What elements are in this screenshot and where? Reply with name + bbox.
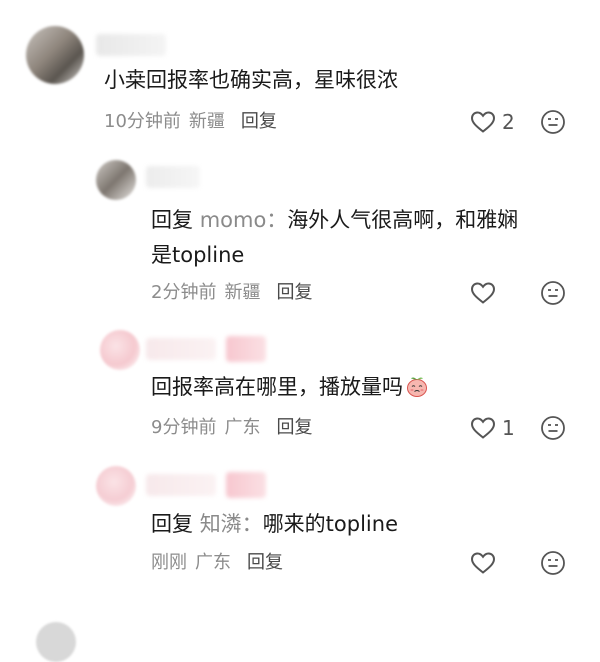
comment-location: 新疆: [188, 111, 225, 132]
comment-time: 9分钟前: [151, 417, 217, 438]
heart-outline-icon: [470, 282, 496, 304]
like-count: 1: [502, 416, 515, 440]
comment-meta: 10分钟前 新疆 回复: [104, 109, 285, 135]
avatar[interactable]: [96, 466, 136, 506]
reply-target-username[interactable]: 知潾：: [200, 512, 263, 536]
like-button[interactable]: 1: [470, 414, 515, 442]
like-button[interactable]: [470, 549, 502, 577]
avatar[interactable]: [26, 26, 84, 84]
peach-face-emoji: [407, 377, 427, 397]
comment-time: 10分钟前: [104, 111, 181, 132]
meh-face-icon[interactable]: [540, 415, 566, 441]
avatar[interactable]: [96, 160, 136, 200]
comment-location: 广东: [195, 552, 231, 573]
comment-meta: 9分钟前 广东 回复: [151, 415, 320, 441]
reply-button[interactable]: 回复: [276, 417, 312, 438]
meh-face-icon[interactable]: [540, 280, 566, 306]
comment-text-body: 回报率高在哪里，播放量吗: [151, 375, 403, 399]
comment-text-line2: 是topline: [151, 243, 245, 267]
comment-text: 回复 momo：海外人气很高啊，和雅娴: [151, 202, 518, 238]
avatar[interactable]: [36, 622, 76, 662]
username[interactable]: [96, 34, 166, 56]
avatar[interactable]: [100, 330, 140, 370]
comment-time: 2分钟前: [151, 282, 217, 303]
comment-meta: 刚刚 广东 回复: [151, 550, 291, 576]
comment-text-body: 哪来的topline: [262, 512, 398, 536]
meh-face-icon[interactable]: [540, 109, 566, 135]
user-badge: [226, 472, 266, 498]
user-badge: [226, 336, 266, 362]
reply-prefix: 回复: [151, 512, 193, 536]
comment-meta: 2分钟前 新疆 回复: [151, 280, 320, 306]
heart-outline-icon: [470, 417, 496, 439]
comment-location: 广东: [224, 417, 261, 438]
reply-prefix: 回复: [151, 208, 193, 232]
heart-outline-icon: [470, 111, 496, 133]
username[interactable]: [146, 474, 216, 496]
like-button[interactable]: [470, 279, 502, 307]
comment-text: 小桒回报率也确实高，星味很浓: [104, 68, 398, 92]
comment-text: 回报率高在哪里，播放量吗: [151, 369, 429, 405]
comment-text-line1: 海外人气很高啊，和雅娴: [287, 208, 519, 232]
like-button[interactable]: 2: [470, 108, 515, 136]
reply-button[interactable]: 回复: [276, 282, 312, 303]
reply-target-username[interactable]: momo：: [200, 208, 288, 232]
meh-face-icon[interactable]: [540, 550, 566, 576]
comment-time: 刚刚: [151, 552, 187, 573]
username[interactable]: [146, 338, 216, 360]
comment-location: 新疆: [224, 282, 261, 303]
reply-button[interactable]: 回复: [241, 111, 277, 132]
heart-outline-icon: [470, 552, 496, 574]
like-count: 2: [502, 110, 515, 134]
comment-text: 回复 知潾：哪来的topline: [151, 506, 398, 542]
reply-button[interactable]: 回复: [247, 552, 283, 573]
username[interactable]: [146, 166, 200, 188]
